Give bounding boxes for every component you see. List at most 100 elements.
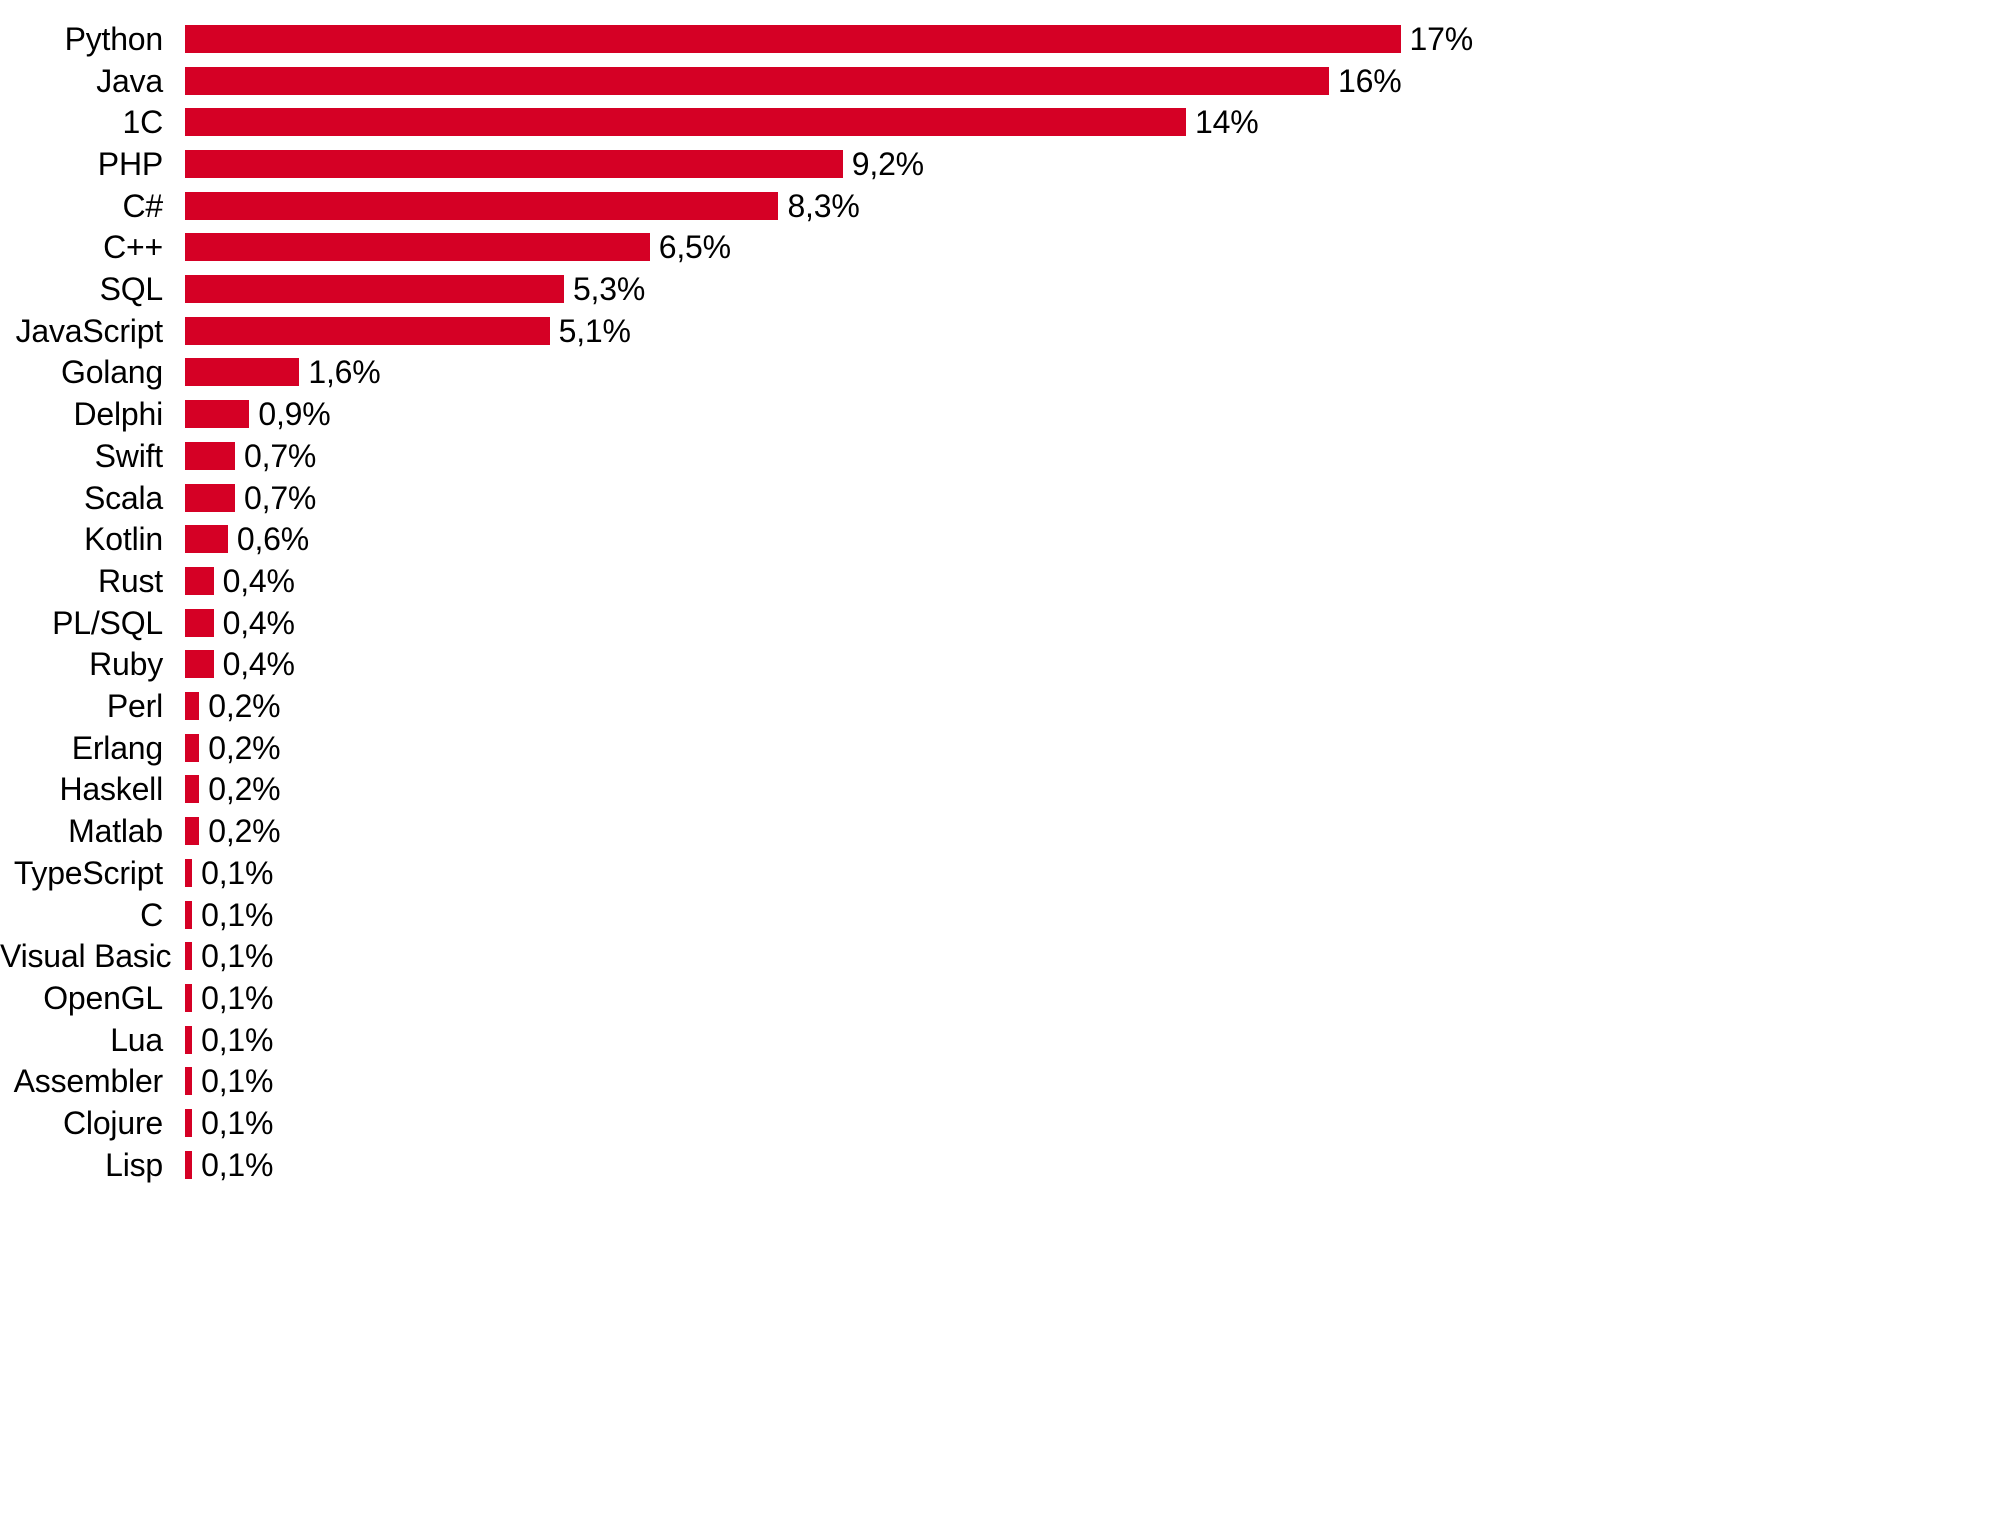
bar-chart-row: C# 8,3% <box>0 185 2000 227</box>
value-label: 0,7% <box>244 479 317 516</box>
bar-track: 0,2% <box>185 727 281 769</box>
value-label: 0,1% <box>201 1146 274 1183</box>
bar <box>185 108 1186 137</box>
bar-track: 16% <box>185 60 1402 102</box>
category-label: Assembler <box>13 1063 164 1100</box>
bar-track: 0,1% <box>185 1061 273 1103</box>
value-label: 1,6% <box>308 354 381 391</box>
bar-track: 0,1% <box>185 852 273 894</box>
category-label: OpenGL <box>43 979 163 1016</box>
value-label: 8,3% <box>787 187 860 224</box>
bar <box>185 858 193 887</box>
category-label: SQL <box>99 271 164 308</box>
category-label: TypeScript <box>13 854 163 891</box>
value-label: 0,1% <box>201 854 274 891</box>
bar-track: 0,7% <box>185 477 316 519</box>
bar <box>185 733 200 762</box>
bar-chart-row: Swift 0,7% <box>0 435 2000 477</box>
bar <box>185 275 564 304</box>
bar-chart-row: Assembler 0,1% <box>0 1061 2000 1103</box>
category-label: Lisp <box>105 1146 163 1183</box>
bar <box>185 66 1329 95</box>
bar-track: 17% <box>185 18 1473 60</box>
bar-track: 9,2% <box>185 143 924 185</box>
category-label: Rust <box>98 562 163 599</box>
bar <box>185 942 193 971</box>
bar-chart: Python 17% Java 16% 1C 14% PHP 9,2% C# 8,3% C++ 6,5… <box>0 0 2000 1535</box>
value-label: 0,1% <box>201 1105 274 1142</box>
bar-track: 5,1% <box>185 310 631 352</box>
bar-chart-row: Ruby 0,4% <box>0 644 2000 686</box>
bar-chart-row: OpenGL 0,1% <box>0 977 2000 1019</box>
category-label: Delphi <box>73 396 163 433</box>
bar-chart-row: Erlang 0,2% <box>0 727 2000 769</box>
bar <box>185 1150 193 1179</box>
bar <box>185 149 843 178</box>
value-label: 16% <box>1338 62 1402 99</box>
value-label: 9,2% <box>851 145 924 182</box>
category-label: C# <box>122 187 163 224</box>
bar <box>185 983 193 1012</box>
bar-chart-row: Python 17% <box>0 18 2000 60</box>
bar <box>185 233 650 262</box>
category-label: PHP <box>97 145 163 182</box>
bar <box>185 1067 193 1096</box>
bar-track: 5,3% <box>185 268 645 310</box>
bar-track: 0,1% <box>185 1102 273 1144</box>
value-label: 14% <box>1195 104 1259 141</box>
category-label: Kotlin <box>84 521 163 558</box>
bar-track: 0,2% <box>185 810 281 852</box>
bar-track: 0,1% <box>185 935 273 977</box>
bar-track: 6,5% <box>185 227 731 269</box>
value-label: 0,4% <box>222 604 295 641</box>
bar <box>185 1109 193 1138</box>
value-label: 0,2% <box>208 729 281 766</box>
bar-chart-row: Scala 0,7% <box>0 477 2000 519</box>
bar-chart-row: SQL 5,3% <box>0 268 2000 310</box>
value-label: 0,7% <box>244 437 317 474</box>
bar <box>185 817 200 846</box>
category-label: C <box>140 896 163 933</box>
bar-track: 0,4% <box>185 560 295 602</box>
category-label: C++ <box>103 229 163 266</box>
category-label: Lua <box>110 1021 163 1058</box>
bar <box>185 1025 193 1054</box>
value-label: 6,5% <box>658 229 731 266</box>
bar-track: 0,2% <box>185 769 281 811</box>
value-label: 0,1% <box>201 896 274 933</box>
value-label: 0,1% <box>201 1021 274 1058</box>
bar-chart-row: TypeScript 0,1% <box>0 852 2000 894</box>
bar-track: 0,7% <box>185 435 316 477</box>
bar <box>185 24 1401 53</box>
value-label: 0,2% <box>208 813 281 850</box>
category-label: Golang <box>61 354 163 391</box>
category-label: Swift <box>94 437 164 474</box>
bar-chart-rows: Python 17% Java 16% 1C 14% PHP 9,2% C# 8,3% C++ 6,5… <box>0 0 2000 1535</box>
bar-track: 0,1% <box>185 894 273 936</box>
bar-track: 8,3% <box>185 185 860 227</box>
bar-chart-row: Haskell 0,2% <box>0 769 2000 811</box>
bar <box>185 316 550 345</box>
category-label: Java <box>96 62 163 99</box>
bar-chart-row: 1C 14% <box>0 101 2000 143</box>
category-label: Perl <box>106 688 163 725</box>
bar <box>185 608 214 637</box>
category-label: JavaScript <box>15 312 164 349</box>
bar-track: 0,6% <box>185 518 309 560</box>
bar <box>185 441 236 470</box>
category-label: Visual Basic <box>0 938 172 975</box>
bar-chart-row: Visual Basic 0,1% <box>0 935 2000 977</box>
bar-chart-row: Matlab 0,2% <box>0 810 2000 852</box>
bar <box>185 775 200 804</box>
bar-track: 0,1% <box>185 977 273 1019</box>
bar-chart-row: Kotlin 0,6% <box>0 518 2000 560</box>
bar-track: 0,9% <box>185 393 331 435</box>
bar-chart-row: Delphi 0,9% <box>0 393 2000 435</box>
bar-track: 0,1% <box>185 1144 273 1186</box>
value-label: 17% <box>1409 20 1474 57</box>
value-label: 0,1% <box>201 979 274 1016</box>
bar <box>185 692 200 721</box>
bar-track: 14% <box>185 101 1259 143</box>
bar <box>185 358 300 387</box>
value-label: 5,3% <box>572 271 646 308</box>
